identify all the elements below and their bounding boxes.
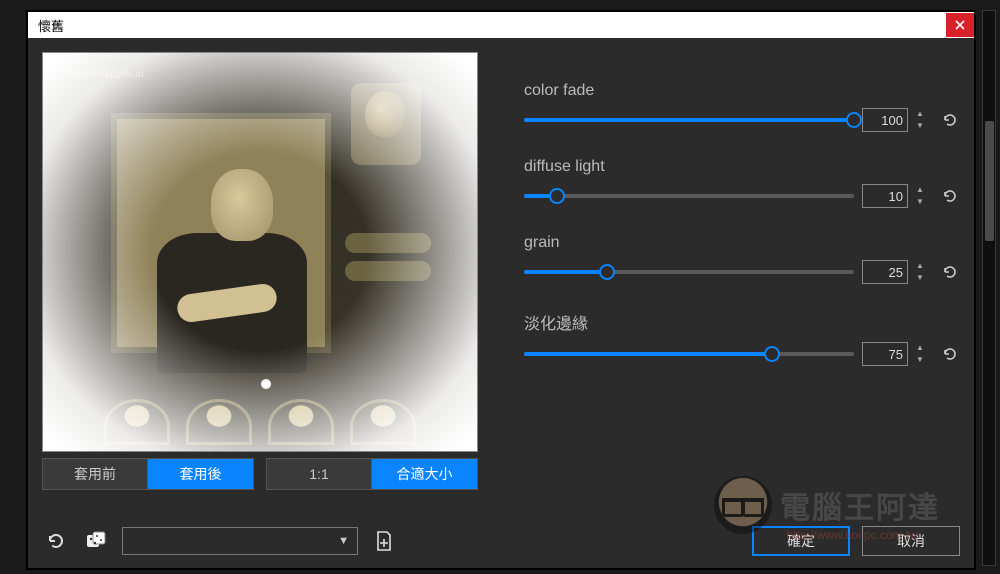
after-button[interactable]: 套用後 <box>148 459 253 489</box>
reset-all-button[interactable] <box>42 527 70 555</box>
undo-icon <box>942 346 958 362</box>
slider-value-input[interactable] <box>862 342 908 366</box>
dialog-window: 懷舊 Faceswapper.ai <box>26 10 976 570</box>
slider-color-fade: color fade ▲▼ <box>524 82 960 132</box>
chevron-down-icon: ▼ <box>338 535 349 547</box>
reset-slider-button[interactable] <box>940 262 960 282</box>
before-after-toggle: 套用前 套用後 <box>42 458 254 490</box>
preview-brand: Faceswapper.ai <box>67 69 144 80</box>
zoom-1to1-button[interactable]: 1:1 <box>267 459 372 489</box>
file-plus-icon <box>374 530 394 552</box>
slider-label: 淡化邊緣 <box>524 310 960 334</box>
ok-button[interactable]: 確定 <box>752 526 850 556</box>
value-stepper[interactable]: ▲▼ <box>916 260 932 284</box>
zoom-toggle: 1:1 合適大小 <box>266 458 478 490</box>
value-stepper[interactable]: ▲▼ <box>916 342 932 366</box>
reset-slider-button[interactable] <box>940 344 960 364</box>
dialog-body: Faceswapper.ai <box>28 38 974 568</box>
bottom-toolbar: ▼ 確定 取消 <box>42 524 960 558</box>
undo-icon <box>45 530 67 552</box>
reset-slider-button[interactable] <box>940 110 960 130</box>
randomize-button[interactable] <box>82 527 110 555</box>
undo-icon <box>942 188 958 204</box>
close-icon <box>955 20 965 30</box>
preview-column: Faceswapper.ai <box>42 52 478 510</box>
slider-value-input[interactable] <box>862 260 908 284</box>
slider-track[interactable] <box>524 264 854 280</box>
controls-column: color fade ▲▼ <box>524 52 960 510</box>
slider-soften-edges: 淡化邊緣 ▲▼ <box>524 310 960 366</box>
cancel-button[interactable]: 取消 <box>862 526 960 556</box>
add-preset-button[interactable] <box>370 527 398 555</box>
window-title: 懷舊 <box>38 16 64 35</box>
page-scrollbar[interactable] <box>982 10 996 566</box>
zoom-fit-button[interactable]: 合適大小 <box>372 459 477 489</box>
scrollbar-thumb[interactable] <box>985 121 994 241</box>
slider-value-input[interactable] <box>862 108 908 132</box>
slider-label: diffuse light <box>524 158 960 176</box>
value-stepper[interactable]: ▲▼ <box>916 108 932 132</box>
dice-icon <box>84 529 108 553</box>
close-button[interactable] <box>946 13 974 37</box>
slider-diffuse-light: diffuse light ▲▼ <box>524 158 960 208</box>
slider-track[interactable] <box>524 346 854 362</box>
slider-label: color fade <box>524 82 960 100</box>
slider-track[interactable] <box>524 112 854 128</box>
undo-icon <box>942 264 958 280</box>
before-button[interactable]: 套用前 <box>43 459 148 489</box>
preview-image: Faceswapper.ai <box>42 52 478 452</box>
titlebar: 懷舊 <box>28 12 974 38</box>
slider-grain: grain ▲▼ <box>524 234 960 284</box>
slider-track[interactable] <box>524 188 854 204</box>
undo-icon <box>942 112 958 128</box>
value-stepper[interactable]: ▲▼ <box>916 184 932 208</box>
reset-slider-button[interactable] <box>940 186 960 206</box>
slider-value-input[interactable] <box>862 184 908 208</box>
slider-label: grain <box>524 234 960 252</box>
preset-dropdown[interactable]: ▼ <box>122 527 358 555</box>
